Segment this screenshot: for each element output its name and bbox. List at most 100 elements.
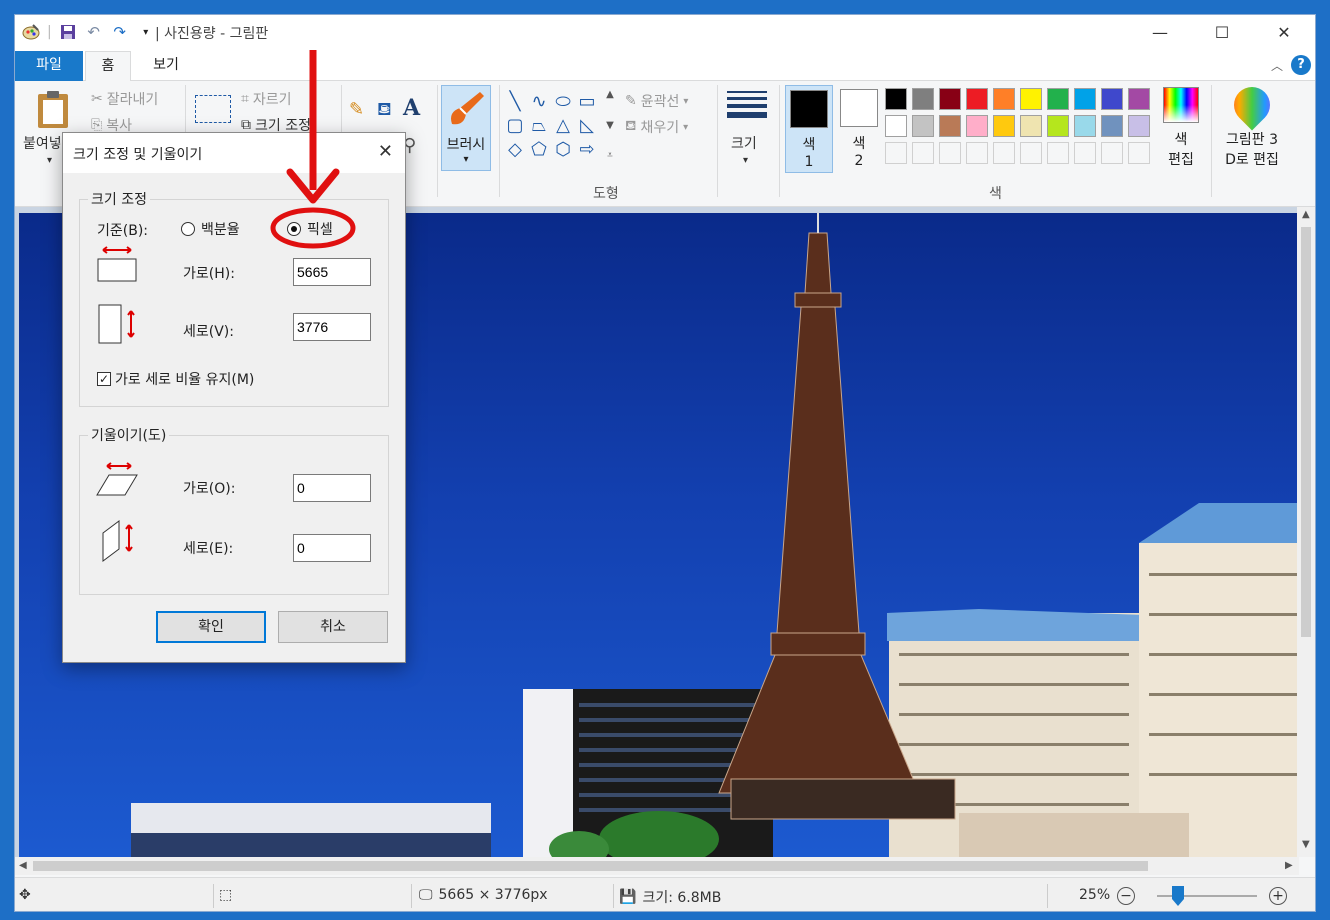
paste-button[interactable]: 붙여넣 (23, 133, 62, 153)
percent-radio[interactable]: 백분율 (181, 219, 240, 239)
palette-swatch[interactable] (966, 142, 988, 164)
palette-swatch[interactable] (966, 88, 988, 110)
zoom-slider-thumb[interactable] (1172, 886, 1184, 906)
palette-swatch[interactable] (939, 115, 961, 137)
color1-button[interactable]: 색 1 (785, 85, 833, 173)
zoom-in-button[interactable]: + (1269, 887, 1287, 905)
paste-dropdown-icon[interactable]: ▾ (47, 155, 52, 166)
palette-swatch[interactable] (993, 142, 1015, 164)
palette-swatch[interactable] (912, 88, 934, 110)
curve-shape-icon[interactable]: ∿ (527, 89, 551, 113)
palette-swatch[interactable] (1101, 115, 1123, 137)
collapse-ribbon-icon[interactable]: ︿ (1271, 57, 1283, 74)
vertical-input[interactable] (293, 313, 371, 341)
palette-swatch[interactable] (1128, 88, 1150, 110)
palette-swatch[interactable] (966, 115, 988, 137)
palette-swatch[interactable] (1047, 142, 1069, 164)
more-shapes-icon[interactable]: ⩡ (607, 150, 613, 161)
tab-file[interactable]: 파일 (15, 51, 83, 81)
vertical-scroll-thumb[interactable] (1301, 227, 1311, 637)
paste-icon[interactable] (35, 89, 71, 133)
palette-swatch[interactable] (1047, 115, 1069, 137)
palette-swatch[interactable] (885, 88, 907, 110)
palette-swatch[interactable] (1074, 88, 1096, 110)
scroll-down-icon[interactable]: ▼ (606, 120, 614, 131)
customize-qat-icon[interactable]: ▾ (136, 22, 156, 42)
rectangle-shape-icon[interactable]: ▭ (575, 89, 599, 113)
arrow-shape-icon[interactable]: ⇨ (575, 137, 599, 161)
text-tool-icon[interactable]: A (403, 95, 420, 121)
palette-swatch[interactable] (993, 115, 1015, 137)
fill-button[interactable]: ⛾ 채우기 ▾ (625, 117, 688, 137)
palette-swatch[interactable] (1074, 142, 1096, 164)
palette-swatch[interactable] (993, 88, 1015, 110)
scroll-up-icon[interactable]: ▲ (606, 89, 614, 100)
polygon-shape-icon[interactable]: ⏢ (527, 113, 551, 137)
scroll-left-arrow-icon[interactable]: ◀ (19, 860, 27, 871)
crop-button[interactable]: ⌗ 자르기 (241, 89, 292, 109)
hexagon-shape-icon[interactable]: ⬡ (551, 137, 575, 161)
keep-ratio-checkbox[interactable]: ✓ 가로 세로 비율 유지(M) (97, 369, 254, 389)
palette-swatch[interactable] (1020, 142, 1042, 164)
palette-swatch[interactable] (1047, 88, 1069, 110)
pixel-radio[interactable]: 픽셀 (287, 219, 333, 239)
fill-bucket-icon[interactable]: ⛾ (377, 99, 392, 123)
line-shape-icon[interactable]: ╲ (503, 89, 527, 113)
horizontal-scrollbar[interactable]: ◀ ▶ (15, 857, 1299, 875)
size-dropdown-icon[interactable]: ▾ (743, 155, 748, 166)
palette-swatch[interactable] (1101, 142, 1123, 164)
save-icon[interactable] (58, 22, 78, 42)
pencil-icon[interactable]: ✎ (349, 99, 364, 120)
tab-view[interactable]: 보기 (139, 51, 193, 81)
palette-swatch[interactable] (885, 115, 907, 137)
palette-swatch[interactable] (939, 88, 961, 110)
scroll-down-arrow-icon[interactable]: ▼ (1302, 839, 1310, 850)
shapes-scroll[interactable]: ▲ ▼ ⩡ (603, 89, 617, 161)
select-icon[interactable] (195, 95, 231, 123)
color2-button[interactable]: 색 2 (835, 85, 883, 173)
rounded-rect-shape-icon[interactable]: ▢ (503, 113, 527, 137)
cancel-button[interactable]: 취소 (278, 611, 388, 643)
help-icon[interactable]: ? (1291, 55, 1311, 75)
scroll-right-arrow-icon[interactable]: ▶ (1285, 860, 1293, 871)
triangle-shape-icon[interactable]: △ (551, 113, 575, 137)
palette-swatch[interactable] (1101, 88, 1123, 110)
palette-swatch[interactable] (1128, 115, 1150, 137)
palette-swatch[interactable] (912, 115, 934, 137)
ok-button[interactable]: 확인 (156, 611, 266, 643)
paint-app-icon[interactable] (21, 22, 41, 42)
diamond-shape-icon[interactable]: ◇ (503, 137, 527, 161)
horizontal-input[interactable] (293, 258, 371, 286)
skew-vertical-input[interactable] (293, 534, 371, 562)
tab-home[interactable]: 홈 (85, 51, 131, 82)
size-button[interactable]: 크기 (731, 133, 757, 153)
palette-swatch[interactable] (939, 142, 961, 164)
brush-button[interactable]: 브러시 ▾ (441, 85, 491, 171)
right-triangle-shape-icon[interactable]: ◺ (575, 113, 599, 137)
horizontal-scroll-thumb[interactable] (33, 861, 1148, 871)
palette-swatch[interactable] (912, 142, 934, 164)
minimize-button[interactable]: — (1129, 15, 1191, 49)
zoom-slider[interactable] (1157, 886, 1257, 906)
palette-swatch[interactable] (1020, 115, 1042, 137)
dialog-close-icon[interactable]: ✕ (378, 141, 393, 162)
oval-shape-icon[interactable]: ⬭ (551, 89, 575, 113)
pentagon-shape-icon[interactable]: ⬠ (527, 137, 551, 161)
edit-with-paint3d-button[interactable]: 그림판 3 D로 편집 (1219, 79, 1285, 169)
maximize-button[interactable]: ☐ (1191, 15, 1253, 49)
outline-button[interactable]: ✎ 윤곽선 ▾ (625, 91, 688, 111)
palette-swatch[interactable] (1128, 142, 1150, 164)
cut-button[interactable]: ✂ 잘라내기 (91, 89, 158, 109)
vertical-scrollbar[interactable]: ▲ ▼ (1297, 207, 1315, 857)
redo-icon[interactable]: ↷ (110, 22, 130, 42)
skew-horizontal-input[interactable] (293, 474, 371, 502)
undo-icon[interactable]: ↶ (84, 22, 104, 42)
size-icon[interactable] (727, 91, 767, 122)
edit-colors-button[interactable]: 색 편집 (1161, 87, 1201, 169)
zoom-out-button[interactable]: − (1117, 887, 1135, 905)
palette-swatch[interactable] (885, 142, 907, 164)
scroll-up-arrow-icon[interactable]: ▲ (1302, 209, 1310, 220)
palette-swatch[interactable] (1074, 115, 1096, 137)
close-button[interactable]: ✕ (1253, 15, 1315, 49)
palette-swatch[interactable] (1020, 88, 1042, 110)
